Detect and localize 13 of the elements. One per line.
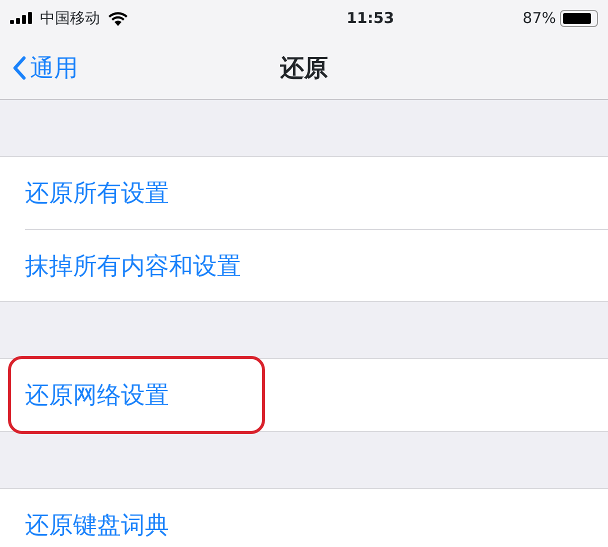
settings-item[interactable]: 还原网络设置 xyxy=(25,377,169,413)
battery-icon xyxy=(560,10,598,26)
settings-item[interactable]: 抹掉所有内容和设置 xyxy=(25,248,241,284)
carrier-name: 中国移动 xyxy=(40,8,100,29)
settings-item[interactable]: 还原所有设置 xyxy=(25,175,169,211)
page-title: 还原 xyxy=(279,53,329,84)
chevron-left-icon xyxy=(12,56,26,80)
status-time: 11:53 xyxy=(346,8,394,29)
signal-icon xyxy=(10,12,32,24)
wifi-icon xyxy=(108,10,128,26)
battery-percent: 87% xyxy=(522,8,556,29)
back-button[interactable]: 通用 xyxy=(0,50,78,86)
settings-item[interactable]: 还原键盘词典 xyxy=(25,507,169,543)
